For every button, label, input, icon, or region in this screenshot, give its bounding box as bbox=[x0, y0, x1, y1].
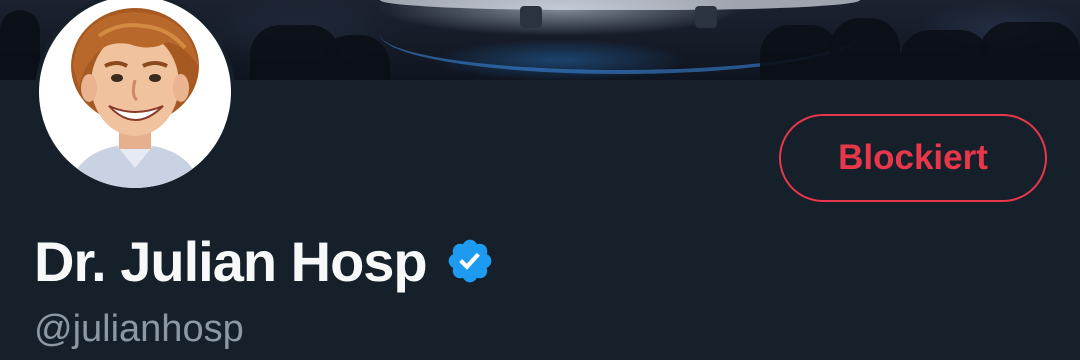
blocked-button[interactable]: Blockiert bbox=[779, 114, 1047, 202]
stage-spotlight bbox=[695, 6, 717, 28]
stage-spotlight bbox=[520, 6, 542, 28]
crowd-silhouette bbox=[320, 35, 390, 80]
crowd-silhouette bbox=[830, 18, 900, 80]
profile-handle: @julianhosp bbox=[34, 308, 244, 350]
crowd-silhouette bbox=[980, 22, 1080, 80]
profile-avatar[interactable] bbox=[35, 0, 235, 192]
avatar-caricature-icon bbox=[39, 0, 231, 188]
verified-badge-icon[interactable] bbox=[445, 236, 495, 286]
profile-header: Blockiert Dr. Julian Hosp @julianhosp bbox=[0, 0, 1080, 360]
profile-display-name: Dr. Julian Hosp bbox=[34, 229, 428, 293]
crowd-silhouette bbox=[760, 25, 840, 80]
crowd-silhouette bbox=[0, 10, 40, 80]
crowd-silhouette bbox=[900, 30, 990, 80]
profile-name-row: Dr. Julian Hosp bbox=[34, 226, 495, 296]
